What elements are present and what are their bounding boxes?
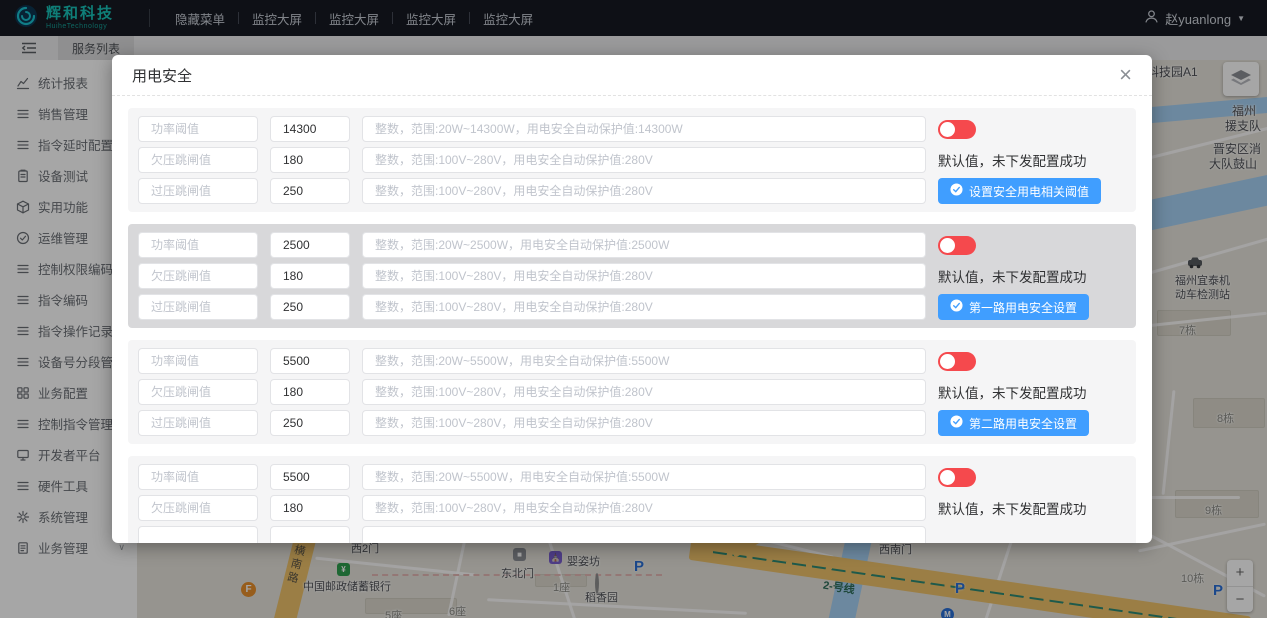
- threshold-input[interactable]: [138, 526, 258, 543]
- status-text: 默认值，未下发配置成功: [938, 498, 1087, 518]
- row-action-cell: 第一路用电安全设置: [938, 294, 1126, 320]
- toggle-knob: [940, 470, 955, 485]
- threshold-hint-input[interactable]: [362, 178, 926, 204]
- threshold-hint-input[interactable]: [362, 379, 926, 405]
- threshold-value-input[interactable]: [270, 348, 350, 374]
- threshold-value-input[interactable]: [270, 178, 350, 204]
- threshold-value-input[interactable]: [270, 464, 350, 490]
- config-row: 第一路用电安全设置: [138, 294, 1126, 320]
- row-action-cell: 第二路用电安全设置: [938, 410, 1126, 436]
- toggle-knob: [940, 238, 955, 253]
- threshold-label-input[interactable]: [138, 410, 258, 436]
- apply-settings-button[interactable]: 第一路用电安全设置: [938, 294, 1089, 320]
- check-circle-icon: [950, 299, 963, 315]
- button-label: 设置安全用电相关阈值: [969, 183, 1089, 200]
- safety-toggle[interactable]: [938, 236, 976, 255]
- toggle-knob: [940, 122, 955, 137]
- safety-config-group: 默认值，未下发配置成功第二路用电安全设置: [128, 340, 1136, 444]
- threshold-hint-input[interactable]: [362, 495, 926, 521]
- threshold-value-input[interactable]: [270, 147, 350, 173]
- safety-toggle[interactable]: [938, 352, 976, 371]
- electricity-safety-dialog: 用电安全 × 默认值，未下发配置成功设置安全用电相关阈值默认值，未下发配置成功第…: [112, 55, 1152, 543]
- toggle-knob: [940, 354, 955, 369]
- row-action-cell: [938, 236, 1126, 255]
- threshold-label-input[interactable]: [138, 116, 258, 142]
- config-row: 默认值，未下发配置成功: [138, 263, 1126, 289]
- threshold-value-input[interactable]: [270, 495, 350, 521]
- row-action-cell: 默认值，未下发配置成功: [938, 266, 1126, 286]
- close-icon[interactable]: ×: [1119, 64, 1132, 86]
- check-circle-icon: [950, 183, 963, 199]
- threshold-hint-input[interactable]: [362, 410, 926, 436]
- dialog-title: 用电安全: [132, 65, 192, 86]
- row-action-cell: 默认值，未下发配置成功: [938, 498, 1126, 518]
- threshold-value-input[interactable]: [270, 116, 350, 142]
- threshold-value-input[interactable]: [270, 379, 350, 405]
- safety-config-group: 默认值，未下发配置成功: [128, 456, 1136, 543]
- config-row: 第二路用电安全设置: [138, 410, 1126, 436]
- threshold-hint-input[interactable]: [362, 232, 926, 258]
- threshold-label-input[interactable]: [138, 263, 258, 289]
- threshold-hint-input[interactable]: [362, 263, 926, 289]
- config-row: [138, 116, 1126, 142]
- dialog-body: 默认值，未下发配置成功设置安全用电相关阈值默认值，未下发配置成功第一路用电安全设…: [112, 96, 1152, 543]
- threshold-label-input[interactable]: [138, 495, 258, 521]
- apply-settings-button[interactable]: 设置安全用电相关阈值: [938, 178, 1101, 204]
- row-action-cell: 默认值，未下发配置成功: [938, 150, 1126, 170]
- threshold-label-input[interactable]: [138, 348, 258, 374]
- config-row: [138, 232, 1126, 258]
- threshold-value-input[interactable]: [270, 263, 350, 289]
- threshold-hint-input[interactable]: [362, 464, 926, 490]
- safety-config-group: 默认值，未下发配置成功第一路用电安全设置: [128, 224, 1136, 328]
- threshold-input[interactable]: [362, 526, 926, 543]
- threshold-hint-input[interactable]: [362, 294, 926, 320]
- row-action-cell: 设置安全用电相关阈值: [938, 178, 1126, 204]
- config-row: [138, 464, 1126, 490]
- config-row: [138, 348, 1126, 374]
- safety-toggle[interactable]: [938, 468, 976, 487]
- check-circle-icon: [950, 415, 963, 431]
- threshold-label-input[interactable]: [138, 147, 258, 173]
- threshold-hint-input[interactable]: [362, 147, 926, 173]
- threshold-label-input[interactable]: [138, 294, 258, 320]
- status-text: 默认值，未下发配置成功: [938, 150, 1087, 170]
- status-text: 默认值，未下发配置成功: [938, 266, 1087, 286]
- config-row-clipped: [138, 526, 1126, 543]
- app-window: 辉和科技 HuiheTechnology 隐藏菜单监控大屏监控大屏监控大屏监控大…: [0, 0, 1267, 618]
- button-label: 第二路用电安全设置: [969, 415, 1077, 432]
- threshold-value-input[interactable]: [270, 294, 350, 320]
- threshold-label-input[interactable]: [138, 379, 258, 405]
- threshold-input[interactable]: [270, 526, 350, 543]
- threshold-label-input[interactable]: [138, 232, 258, 258]
- threshold-hint-input[interactable]: [362, 348, 926, 374]
- row-action-cell: 默认值，未下发配置成功: [938, 382, 1126, 402]
- config-row: 默认值，未下发配置成功: [138, 147, 1126, 173]
- row-action-cell: [938, 352, 1126, 371]
- apply-settings-button[interactable]: 第二路用电安全设置: [938, 410, 1089, 436]
- config-row: 默认值，未下发配置成功: [138, 495, 1126, 521]
- config-row: 默认值，未下发配置成功: [138, 379, 1126, 405]
- threshold-value-input[interactable]: [270, 410, 350, 436]
- dialog-header: 用电安全 ×: [112, 55, 1152, 96]
- threshold-label-input[interactable]: [138, 464, 258, 490]
- row-action-cell: [938, 120, 1126, 139]
- threshold-value-input[interactable]: [270, 232, 350, 258]
- config-row: 设置安全用电相关阈值: [138, 178, 1126, 204]
- threshold-label-input[interactable]: [138, 178, 258, 204]
- safety-toggle[interactable]: [938, 120, 976, 139]
- row-action-cell: [938, 468, 1126, 487]
- threshold-hint-input[interactable]: [362, 116, 926, 142]
- button-label: 第一路用电安全设置: [969, 299, 1077, 316]
- safety-config-group: 默认值，未下发配置成功设置安全用电相关阈值: [128, 108, 1136, 212]
- status-text: 默认值，未下发配置成功: [938, 382, 1087, 402]
